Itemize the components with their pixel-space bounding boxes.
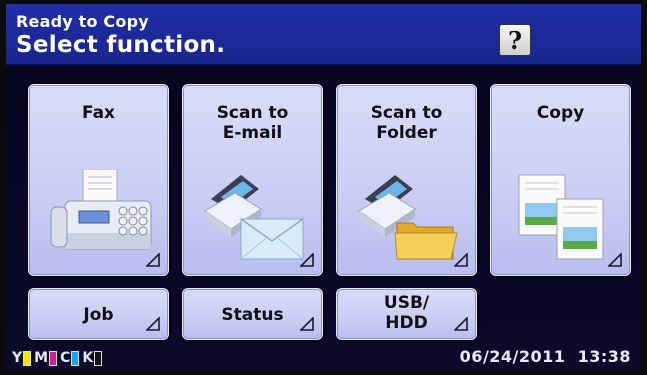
- scanner-envelope-icon: [204, 175, 304, 260]
- fax-button[interactable]: Fax: [28, 84, 169, 276]
- copy-button[interactable]: Copy: [490, 84, 631, 276]
- toner-m-bar: [49, 350, 58, 366]
- expand-corner-icon: [146, 253, 160, 267]
- scanner-folder-icon: [358, 175, 458, 260]
- toner-c-letter: C: [60, 350, 71, 366]
- expand-corner-icon: [454, 317, 468, 331]
- toner-level-indicator: Y M C K: [12, 349, 105, 367]
- help-button[interactable]: ?: [499, 24, 531, 56]
- expand-corner-icon: [146, 317, 160, 331]
- touch-screen: Ready to Copy Select function. ? Fax Sca…: [6, 4, 641, 370]
- toner-k-letter: K: [82, 350, 94, 366]
- expand-corner-icon: [454, 253, 468, 267]
- header-bar: Ready to Copy Select function. ?: [6, 4, 641, 66]
- expand-corner-icon: [300, 253, 314, 267]
- copy-label: Copy: [536, 103, 585, 123]
- expand-corner-icon: [300, 317, 314, 331]
- device-bezel: Ready to Copy Select function. ? Fax Sca…: [0, 0, 647, 375]
- fax-label: Fax: [81, 103, 116, 123]
- scan-to-folder-button[interactable]: Scan to Folder: [336, 84, 477, 276]
- toner-c-bar: [71, 350, 80, 366]
- toner-y-bar: [23, 350, 32, 366]
- fax-machine-icon: [50, 169, 152, 250]
- usb-hdd-button[interactable]: USB/ HDD: [336, 288, 477, 340]
- toner-m-letter: M: [34, 350, 49, 366]
- scan-to-email-button[interactable]: Scan to E-mail: [182, 84, 323, 276]
- toner-k-bar: [94, 350, 103, 366]
- status-button[interactable]: Status: [182, 288, 323, 340]
- expand-corner-icon: [608, 253, 622, 267]
- date-time-display: 06/24/2011 13:38: [460, 347, 631, 366]
- job-button[interactable]: Job: [28, 288, 169, 340]
- date-text: 06/24/2011: [459, 347, 566, 366]
- copy-documents-icon: [518, 174, 604, 260]
- scan-to-folder-label: Scan to Folder: [370, 103, 443, 143]
- toner-y-letter: Y: [12, 350, 23, 366]
- time-text: 13:38: [577, 347, 631, 366]
- machine-status-text: Ready to Copy: [16, 12, 149, 31]
- scan-to-email-label: Scan to E-mail: [216, 103, 289, 143]
- prompt-text: Select function.: [16, 32, 226, 58]
